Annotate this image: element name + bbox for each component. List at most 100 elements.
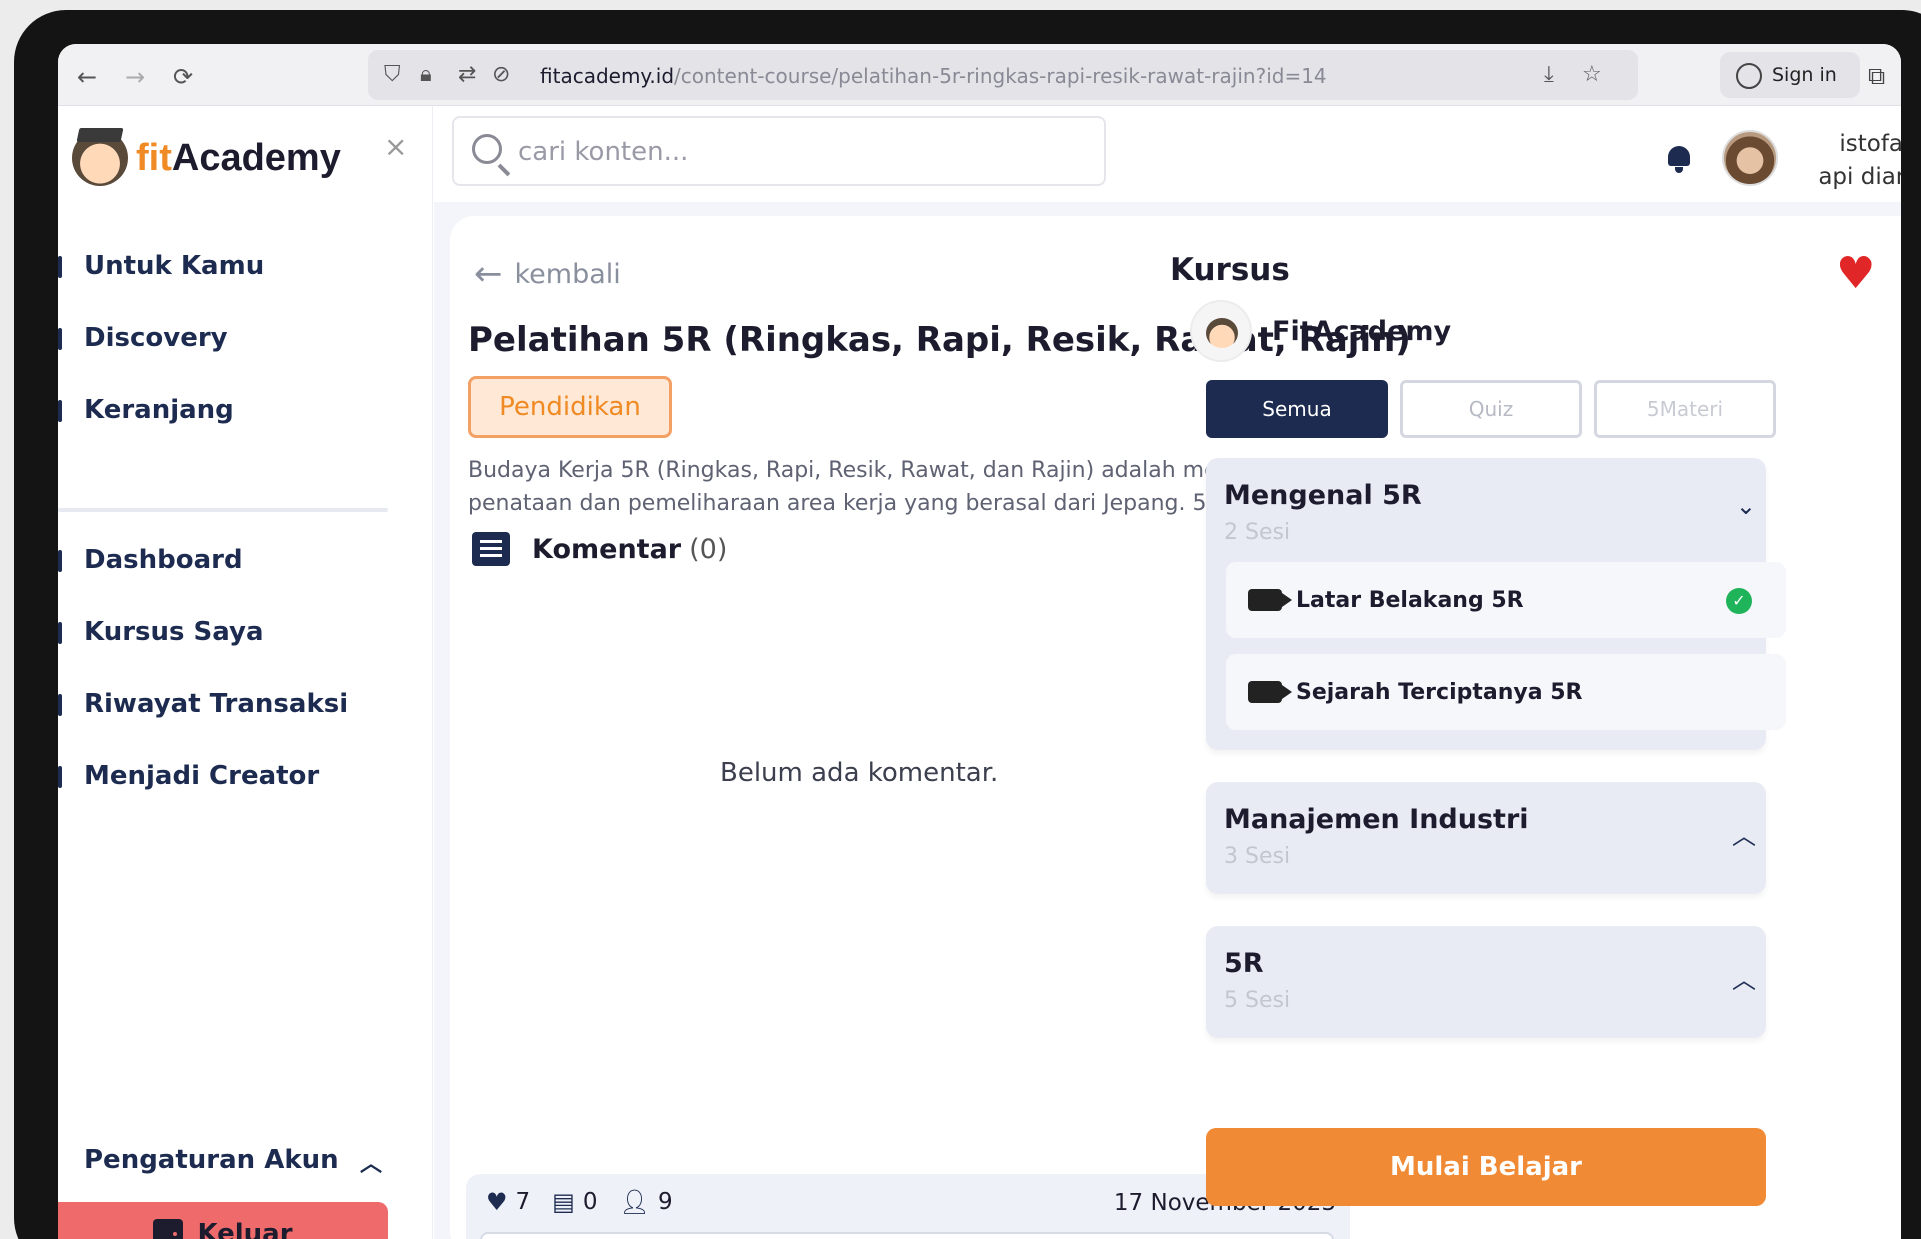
url-text[interactable]: fitacademy.id/content-course/pelatihan-5… (540, 64, 1327, 88)
creator-avatar (1190, 300, 1252, 362)
menu-marker (58, 766, 62, 788)
sidebar-divider (58, 508, 388, 512)
heart-icon: ♥ (486, 1188, 508, 1216)
sidebar-item-menjadi-creator[interactable]: Menjadi Creator (58, 740, 418, 812)
section-sessions: 3 Sesi (1224, 844, 1291, 869)
logout-label: Keluar (197, 1219, 293, 1239)
comments-stat: ▤ 0 (552, 1188, 597, 1216)
video-camera-icon (1248, 589, 1292, 611)
account-settings-toggle[interactable]: Pengaturan Akun ︿ (58, 1132, 388, 1188)
course-card: ← kembali Kursus ♥ Pelatihan 5R (Ringkas… (450, 216, 1901, 1239)
sidebar-item-label: Menjadi Creator (84, 761, 320, 791)
favorite-heart-icon[interactable]: ♥ (1836, 252, 1875, 296)
url-path: /content-course/pelatihan-5r-ringkas-rap… (674, 64, 1327, 88)
menu-marker (58, 622, 62, 644)
section-sessions: 2 Sesi (1224, 520, 1291, 545)
filter-tab-quiz[interactable]: Quiz (1400, 380, 1582, 438)
sidebar-item-label: Keranjang (84, 395, 234, 425)
sign-in-button[interactable]: Sign in (1720, 52, 1860, 98)
sidebar-item-label: Untuk Kamu (84, 251, 265, 281)
logo[interactable]: fit Academy (72, 128, 341, 188)
stats-row: ♥ 7 ▤ 0 👤︎ 9 (486, 1188, 695, 1216)
section-title: 5R (1224, 948, 1264, 979)
address-bar[interactable]: ⛉ 🔒︎ ⇄ ⊘ fitacademy.id/content-course/pe… (368, 50, 1638, 100)
account-icon (1736, 63, 1762, 89)
extensions-icon[interactable]: ⧉ (1868, 62, 1885, 90)
sidebar-item-label: Discovery (84, 323, 228, 353)
likes-stat: ♥ 7 (486, 1188, 530, 1216)
sidebar-item-riwayat-transaksi[interactable]: Riwayat Transaksi (58, 668, 418, 740)
menu-marker (58, 694, 62, 716)
shield-icon[interactable]: ⛉ (384, 62, 401, 88)
lesson-item[interactable]: Sejarah Terciptanya 5R (1226, 654, 1786, 730)
account-settings-label: Pengaturan Akun (84, 1145, 339, 1175)
empty-comments-message: Belum ada komentar. (720, 758, 999, 788)
url-domain: fitacademy.id (540, 64, 675, 88)
section-title: Mengenal 5R (1224, 480, 1422, 511)
avatar[interactable] (1722, 130, 1778, 186)
notification-bell-icon[interactable] (1666, 146, 1692, 173)
sidebar-item-kursus-saya[interactable]: Kursus Saya (58, 596, 418, 668)
comments-label: Komentar (532, 533, 682, 565)
menu-marker (58, 550, 62, 572)
filter-tab-semua[interactable]: Semua (1206, 380, 1388, 438)
section-5r[interactable]: 5R 5 Sesi ︿ (1206, 926, 1766, 1038)
sidebar-item-discovery[interactable]: Discovery (58, 302, 418, 374)
menu-marker (58, 256, 62, 278)
screen: ← → ⟳ ⛉ 🔒︎ ⇄ ⊘ fitacademy.id/content-cou… (58, 44, 1901, 1239)
user-icon: 👤︎ (619, 1188, 650, 1216)
lesson-title: Sejarah Terciptanya 5R (1296, 679, 1583, 705)
search-box[interactable] (452, 116, 1106, 186)
section-mengenal-5r[interactable]: Mengenal 5R 2 Sesi ⌄ Latar Belakang 5R ✓… (1206, 458, 1786, 750)
creator-info[interactable]: FitAcademy (1190, 300, 1451, 362)
permissions-icon[interactable]: ⇄ (458, 62, 476, 88)
menu-marker (58, 328, 62, 350)
top-header: istofani api diany ⌄ (434, 106, 1901, 202)
logout-button[interactable]: Keluar (58, 1202, 388, 1239)
menu-marker (58, 400, 62, 422)
filter-tab-materi[interactable]: 5Materi (1594, 380, 1776, 438)
comments-header: Komentar (0) (472, 532, 727, 566)
section-sessions: 5 Sesi (1224, 988, 1291, 1013)
likes-count: 7 (515, 1189, 531, 1215)
sign-in-label: Sign in (1772, 64, 1837, 86)
logo-academy-text: Academy (171, 136, 341, 179)
user-name[interactable]: istofani api diany (1814, 128, 1901, 194)
page-title: Kursus (1170, 252, 1290, 288)
search-icon (472, 134, 502, 164)
chevron-down-icon[interactable]: ⌄ (1736, 492, 1756, 520)
comment-box[interactable]: ➤ (480, 1232, 1334, 1239)
close-sidebar-icon[interactable]: × (384, 130, 407, 163)
lesson-item[interactable]: Latar Belakang 5R ✓ (1226, 562, 1786, 638)
sidebar-item-untuk-kamu[interactable]: Untuk Kamu (58, 230, 418, 302)
creator-name: FitAcademy (1272, 315, 1452, 347)
back-nav-icon[interactable]: ← (72, 62, 102, 92)
secondary-menu: Dashboard Kursus Saya Riwayat Transaksi … (58, 524, 418, 812)
participants-count: 9 (657, 1189, 673, 1215)
participants-stat: 👤︎ 9 (619, 1188, 672, 1216)
search-input[interactable] (518, 132, 1078, 172)
sidebar: fit Academy × Untuk Kamu Discovery Keranj… (58, 106, 433, 1239)
arrow-left-icon: ← (474, 254, 503, 294)
category-badge: Pendidikan (468, 376, 672, 438)
chevron-up-icon: ︿ (359, 1152, 382, 1177)
start-learning-button[interactable]: Mulai Belajar (1206, 1128, 1766, 1206)
bookmark-star-icon[interactable]: ☆ (1582, 62, 1602, 88)
back-link[interactable]: ← kembali (474, 254, 621, 294)
chevron-up-icon[interactable]: ︿ (1732, 960, 1756, 995)
logo-fit-text: fit (136, 136, 172, 179)
chevron-up-icon[interactable]: ︿ (1732, 816, 1756, 851)
content-area: ← kembali Kursus ♥ Pelatihan 5R (Ringkas… (434, 202, 1901, 1239)
forward-nav-icon[interactable]: → (120, 62, 150, 92)
comment-total: 0 (582, 1189, 598, 1215)
tracking-icon[interactable]: ⊘ (492, 62, 510, 88)
lesson-title: Latar Belakang 5R (1296, 587, 1524, 613)
sidebar-item-dashboard[interactable]: Dashboard (58, 524, 418, 596)
save-page-icon[interactable]: ⤓ (1544, 62, 1554, 88)
sidebar-item-keranjang[interactable]: Keranjang (58, 374, 418, 446)
sidebar-item-label: Kursus Saya (84, 617, 264, 647)
reload-icon[interactable]: ⟳ (168, 62, 198, 92)
section-manajemen-industri[interactable]: Manajemen Industri 3 Sesi ︿ (1206, 782, 1766, 894)
lock-icon[interactable]: 🔒︎ (420, 62, 432, 88)
browser-toolbar: ← → ⟳ ⛉ 🔒︎ ⇄ ⊘ fitacademy.id/content-cou… (58, 44, 1901, 106)
